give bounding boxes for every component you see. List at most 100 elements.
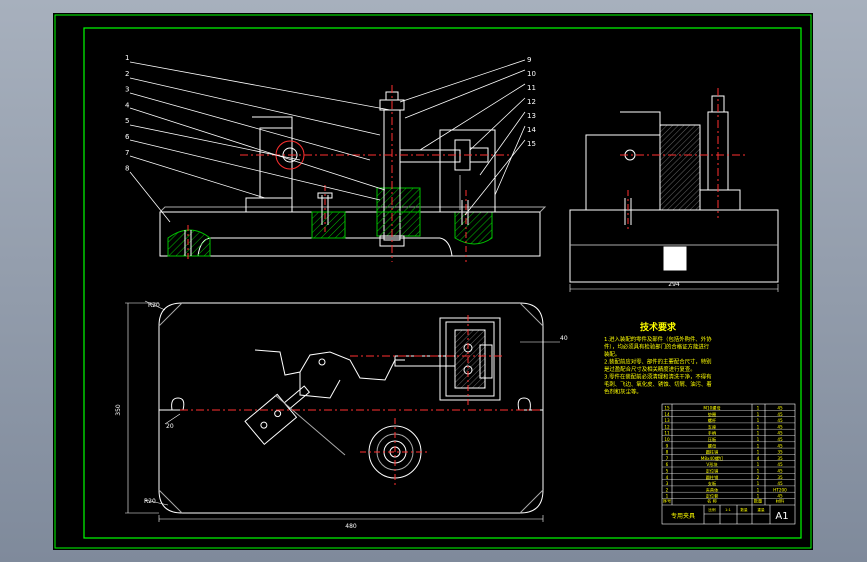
bom-header-name: 名 称 [707,498,717,505]
balloon-left: 6 [125,133,130,141]
bom-item-qty: 1 [757,481,760,486]
bom-item-material: HT200 [773,487,787,492]
bom-item-material: 45 [777,443,783,448]
bom-item-material: 35 [777,475,783,480]
bom-item-material: 45 [777,431,783,436]
balloon-left: 3 [125,86,129,94]
balloon-right: 15 [527,140,536,148]
bom-item-qty: 1 [757,418,760,423]
plan-radius-top: R20 [148,302,160,309]
balloon-left: 2 [125,70,129,78]
side-view [569,88,779,283]
tech-requirement-line: 1.进入装配的零件及部件（包括外购件、外协 [604,335,712,343]
bom-item-material: 45 [777,481,783,486]
balloon-left: 1 [125,54,129,62]
bom-item-material: 35 [777,456,783,461]
front-view [159,85,547,262]
plan-hole-dim: 20 [166,423,174,430]
bom-item-no: 8 [666,450,669,455]
tech-requirement-line: 2.装配前应对零、部件的主要配合尺寸，特别 [604,358,712,366]
tech-requirement-line: 3.零件在装配前必须清理和清洗干净，不得有 [604,373,712,381]
title-block-field: 比例 [708,507,716,512]
bom-item-name: 螺母 [708,442,716,449]
bom-item-material: 35 [777,450,783,455]
balloon-right: 12 [527,98,536,106]
title-block-field: 重量 [757,507,765,512]
bom-item-material: 45 [777,424,783,429]
sheet-size: A1 [775,511,788,522]
balloon-right: 14 [527,126,536,134]
bom-item-name: 支座 [708,423,716,430]
tech-requirement-line: 是过盈配合尺寸及相关精度进行复查。 [604,365,696,373]
bom-item-no: 11 [664,431,670,436]
bom-item-name: 垫圈 [708,411,716,418]
bom-item-name: 夹具体 [706,486,719,493]
bom-item-material: 45 [777,418,783,423]
bom-item-no: 12 [664,424,670,429]
bom-item-name: 圆柱销 [706,474,719,481]
bom-item-qty: 1 [757,424,760,429]
bom-item-qty: 1 [757,469,760,474]
tech-requirement-line: 装配。 [604,350,620,358]
balloon-right: 10 [527,70,536,78]
balloon-left: 4 [125,101,130,109]
side-width-dim: 294 [668,281,680,288]
balloon-left: 7 [125,149,129,157]
balloon-right: 11 [527,84,536,92]
plan-length-dim: 480 [345,523,357,530]
inner-frame [83,27,802,539]
bom-item-name: 定位销 [706,468,719,475]
bom-item-no: 13 [664,418,670,423]
bom-item-qty: 1 [757,450,760,455]
bom-header-material: 材料 [776,498,785,505]
bom-item-no: 7 [666,456,669,461]
bom-item-name: 手柄 [708,430,716,437]
bom-item-qty: 1 [757,412,760,417]
bom-item-material: 45 [777,406,783,411]
bom-item-qty: 1 [757,487,760,492]
title-block-field: 1:1 [725,508,731,512]
bom-item-qty: 1 [757,431,760,436]
bom-item-name: 压板 [708,436,717,443]
plan-dimensions [125,300,560,522]
bom-item-name: 螺杆 [708,417,717,424]
balloon-left: 8 [125,165,129,173]
bom-item-name: M8x40螺钉 [701,455,724,462]
bom-item-no: 4 [666,475,669,480]
bom-item-name: 支板 [708,480,717,487]
bom-item-qty: 1 [757,406,760,411]
bom-header-qty: 数量 [754,498,762,505]
bom-item-material: 45 [777,437,783,442]
drawing-title: 专用夹具 [671,512,695,520]
bom-item-no: 10 [664,437,670,442]
bom-item-no: 5 [666,469,669,474]
bom-item-qty: 2 [757,475,760,480]
bom-item-name: 圆柱销 [706,449,719,456]
tech-requirements: 1.进入装配的零件及部件（包括外购件、外协件），均必须具有检验部门的合格证方能进… [604,335,712,396]
plan-right-dim: 40 [560,335,568,342]
plan-height-dim: 350 [115,404,122,416]
title-block-field: 数量 [740,507,748,512]
balloons-right: 9 10 11 12 13 14 15 [527,56,536,148]
bom-item-qty: 1 [757,437,760,442]
bom-item-name: V形块 [706,461,718,468]
bom-item-no: 3 [666,481,669,486]
balloon-right: 13 [527,112,536,120]
bom-item-no: 2 [666,487,669,492]
bom-item-no: 9 [666,443,669,448]
bom-item-qty: 1 [757,443,760,448]
bom-item-name: M10螺母 [703,405,720,412]
bom-item-qty: 1 [757,462,760,467]
bom-rows: 15 M10螺母 1 4514 垫圈 1 4513 螺杆 1 4512 支座 1 4511 手柄 1 4510… [662,405,795,505]
bom-item-qty: 4 [757,456,760,461]
bom-item-material: 45 [777,469,783,474]
bom-item-no: 14 [664,412,670,417]
bom-item-material: 45 [777,462,783,467]
plan-radius-bottom: R20 [144,498,156,505]
tech-requirements-title: 技术要求 [640,321,677,333]
bom-item-no: 6 [666,462,669,467]
balloon-left: 5 [125,117,129,125]
tech-requirement-line: 色剂和灰尘等。 [604,388,642,396]
cad-drawing: 12345678 9101112131415 294 350 480 R20 R… [54,14,812,549]
tech-requirement-line: 件），均必须具有检验部门的合格证方能进行 [604,343,710,351]
